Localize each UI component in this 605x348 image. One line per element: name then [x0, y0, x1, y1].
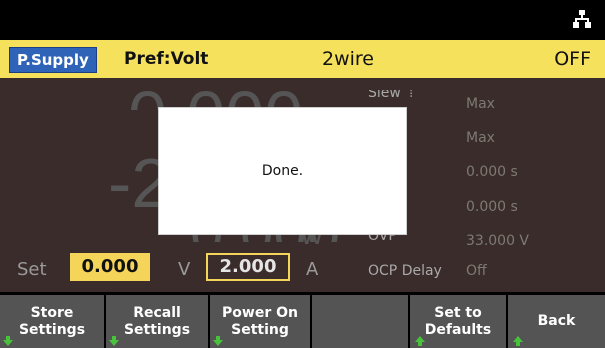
- param-value-ovp: 33.000 V: [466, 233, 530, 249]
- param-value-2: 0.000 s: [466, 164, 518, 180]
- param-value-3: 0.000 s: [466, 199, 518, 215]
- param-label-ovp: OVP: [368, 234, 397, 244]
- softkey-power-on-setting[interactable]: Power On Setting: [210, 295, 310, 348]
- sense-mode: 2wire: [322, 48, 374, 70]
- softkey-blank[interactable]: [312, 295, 408, 348]
- status-bar: P.Supply Pref:Volt 2wire OFF: [0, 40, 605, 78]
- softkey-label-line2: Settings: [18, 321, 86, 338]
- set-label: Set: [17, 259, 47, 280]
- param-label-ocp-delay: OCP Delay: [368, 263, 442, 279]
- softkey-label-line1: Power On: [222, 304, 298, 321]
- softkey-label-line1: Back: [537, 313, 576, 329]
- softkey-label-line2: Setting: [231, 321, 289, 338]
- mode-button[interactable]: P.Supply: [9, 47, 97, 73]
- softkey-label-line1: Set to: [434, 304, 482, 321]
- softkey-store-settings[interactable]: Store Settings: [0, 295, 104, 348]
- softkey-label-line2: Defaults: [424, 321, 492, 338]
- arrow-up-icon: [415, 336, 425, 346]
- current-setpoint[interactable]: 2.000: [206, 253, 290, 281]
- arrow-down-icon: [3, 336, 13, 346]
- arrow-up-icon: [513, 336, 523, 346]
- softkey-label-line1: Store: [30, 304, 74, 321]
- softkey-label-line2: Settings: [123, 321, 191, 338]
- voltage-setpoint[interactable]: 0.000: [70, 253, 150, 281]
- param-value-ocp-delay: Off: [466, 263, 487, 279]
- top-bar: [0, 0, 605, 40]
- message-dialog: Done.: [158, 107, 407, 235]
- softkey-bar: Store Settings Recall Settings Power On Set…: [0, 292, 605, 348]
- softkey-back[interactable]: Back: [508, 295, 605, 348]
- arrow-down-icon: [213, 336, 223, 346]
- network-icon: [573, 10, 591, 28]
- softkey-set-to-defaults[interactable]: Set to Defaults: [410, 295, 506, 348]
- param-value-0: Max: [466, 96, 495, 112]
- voltage-unit: V: [178, 259, 191, 280]
- param-label-slew: Slew ⇡: [368, 90, 418, 98]
- arrow-down-icon: [109, 336, 119, 346]
- dialog-message: Done.: [261, 163, 304, 179]
- param-value-1: Max: [466, 130, 495, 146]
- softkey-recall-settings[interactable]: Recall Settings: [106, 295, 208, 348]
- instrument-screen: P.Supply Pref:Volt 2wire OFF 0.000 -2 0.…: [0, 0, 605, 348]
- current-unit: A: [306, 259, 319, 280]
- priority-mode: Pref:Volt: [124, 49, 209, 69]
- softkey-label-line1: Recall: [133, 304, 181, 321]
- output-state: OFF: [554, 48, 591, 70]
